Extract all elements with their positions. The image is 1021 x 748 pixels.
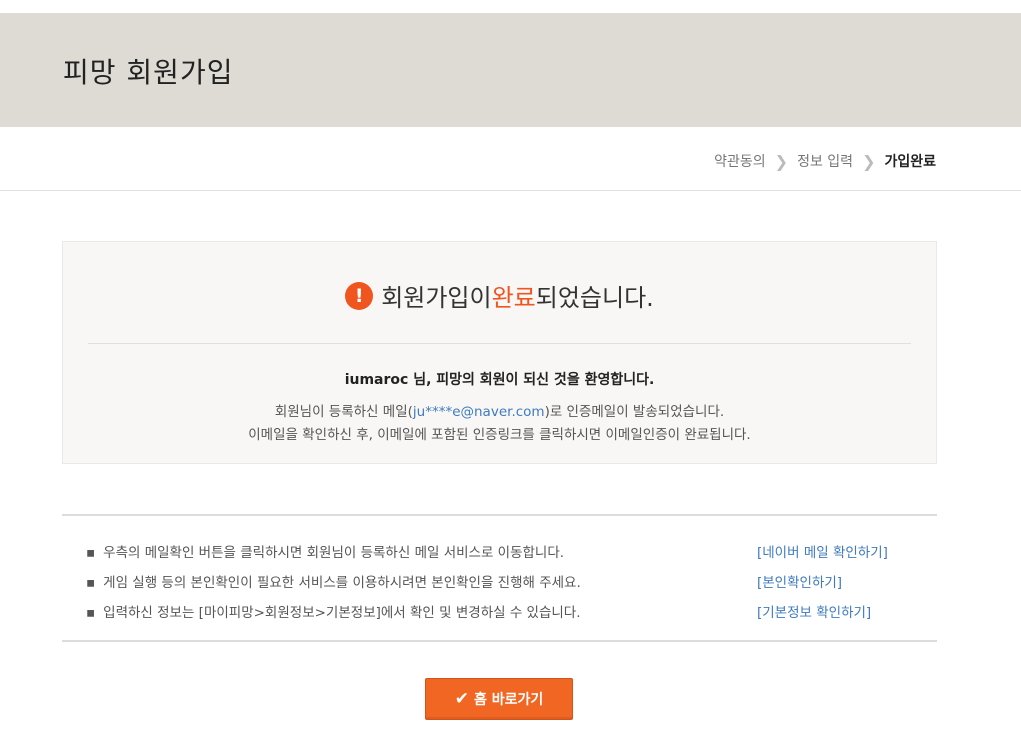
page-title: 피망 회원가입 — [63, 56, 234, 89]
welcome-message: iumaroc 님, 피망의 회원이 되신 것을 환영합니다. — [63, 369, 936, 389]
info-text: 우측의 메일확인 버튼을 클릭하시면 회원님이 등록하신 메일 서비스로 이동합… — [103, 545, 565, 561]
title-prefix: 회원가입이 — [381, 284, 492, 312]
exclamation-icon: ! — [345, 281, 374, 310]
title-suffix: 되었습니다. — [535, 284, 654, 312]
signup-steps: 약관동의 ❯ 정보 입력 ❯ 가입완료 — [714, 151, 936, 171]
identity-verify-link[interactable]: [본인확인하기] — [757, 571, 842, 591]
bullet-icon: ▪ — [86, 605, 96, 621]
chevron-right-icon: ❯ — [774, 151, 789, 171]
title-accent: 완료 — [491, 284, 536, 312]
bullet-icon: ▪ — [86, 545, 96, 561]
email-verify-instructions: 이메일을 확인하신 후, 이메일에 포함된 인증링크를 클릭하시면 이메일인증이… — [248, 427, 751, 443]
msg1-prefix: 회원님이 등록하신 메일( — [274, 404, 413, 420]
naver-mail-link[interactable]: [네이버 메일 확인하기] — [757, 541, 888, 561]
list-item: ▪ 게임 실행 등의 본인확인이 필요한 서비스를 이용하시려면 본인확인을 진행… — [86, 571, 916, 591]
page-header: 피망 회원가입 — [0, 13, 1021, 127]
step-info-input: 정보 입력 — [797, 154, 854, 170]
masked-email: ju****e@naver.com — [412, 404, 545, 420]
header-divider — [0, 190, 1021, 191]
home-button-label: 홈 바로가기 — [473, 692, 544, 708]
info-list: ▪ 우측의 메일확인 버튼을 클릭하시면 회원님이 등록하신 메일 서비스로 이동… — [62, 514, 937, 642]
username: iumaroc — [344, 372, 409, 388]
info-text: 게임 실행 등의 본인확인이 필요한 서비스를 이용하시려면 본인확인을 진행해… — [103, 575, 581, 591]
completion-title: ! 회원가입이 완료 되었습니다. — [63, 278, 936, 313]
info-text: 입력하신 정보는 [마이피망>회원정보>기본정보]에서 확인 및 변경하실 수 … — [103, 605, 581, 621]
email-sent-message: 회원님이 등록하신 메일(ju****e@naver.com)로 인증메일이 발… — [63, 400, 936, 420]
bullet-icon: ▪ — [86, 575, 96, 591]
basic-info-link[interactable]: [기본정보 확인하기] — [757, 601, 871, 621]
check-icon: ✔ — [454, 689, 469, 709]
list-item: ▪ 우측의 메일확인 버튼을 클릭하시면 회원님이 등록하신 메일 서비스로 이동… — [86, 541, 916, 561]
step-terms: 약관동의 — [714, 154, 766, 170]
chevron-right-icon: ❯ — [862, 151, 876, 171]
step-complete: 가입완료 — [884, 154, 936, 170]
welcome-text: 님, 피망의 회원이 되신 것을 환영합니다. — [408, 372, 655, 388]
panel-divider — [88, 343, 911, 344]
home-button[interactable]: ✔ 홈 바로가기 — [425, 678, 573, 720]
list-item: ▪ 입력하신 정보는 [마이피망>회원정보>기본정보]에서 확인 및 변경하실 수… — [86, 601, 916, 621]
completion-panel: ! 회원가입이 완료 되었습니다. iumaroc 님, 피망의 회원이 되신 것… — [62, 241, 937, 464]
msg1-suffix: )로 인증메일이 발송되었습니다. — [544, 404, 725, 420]
